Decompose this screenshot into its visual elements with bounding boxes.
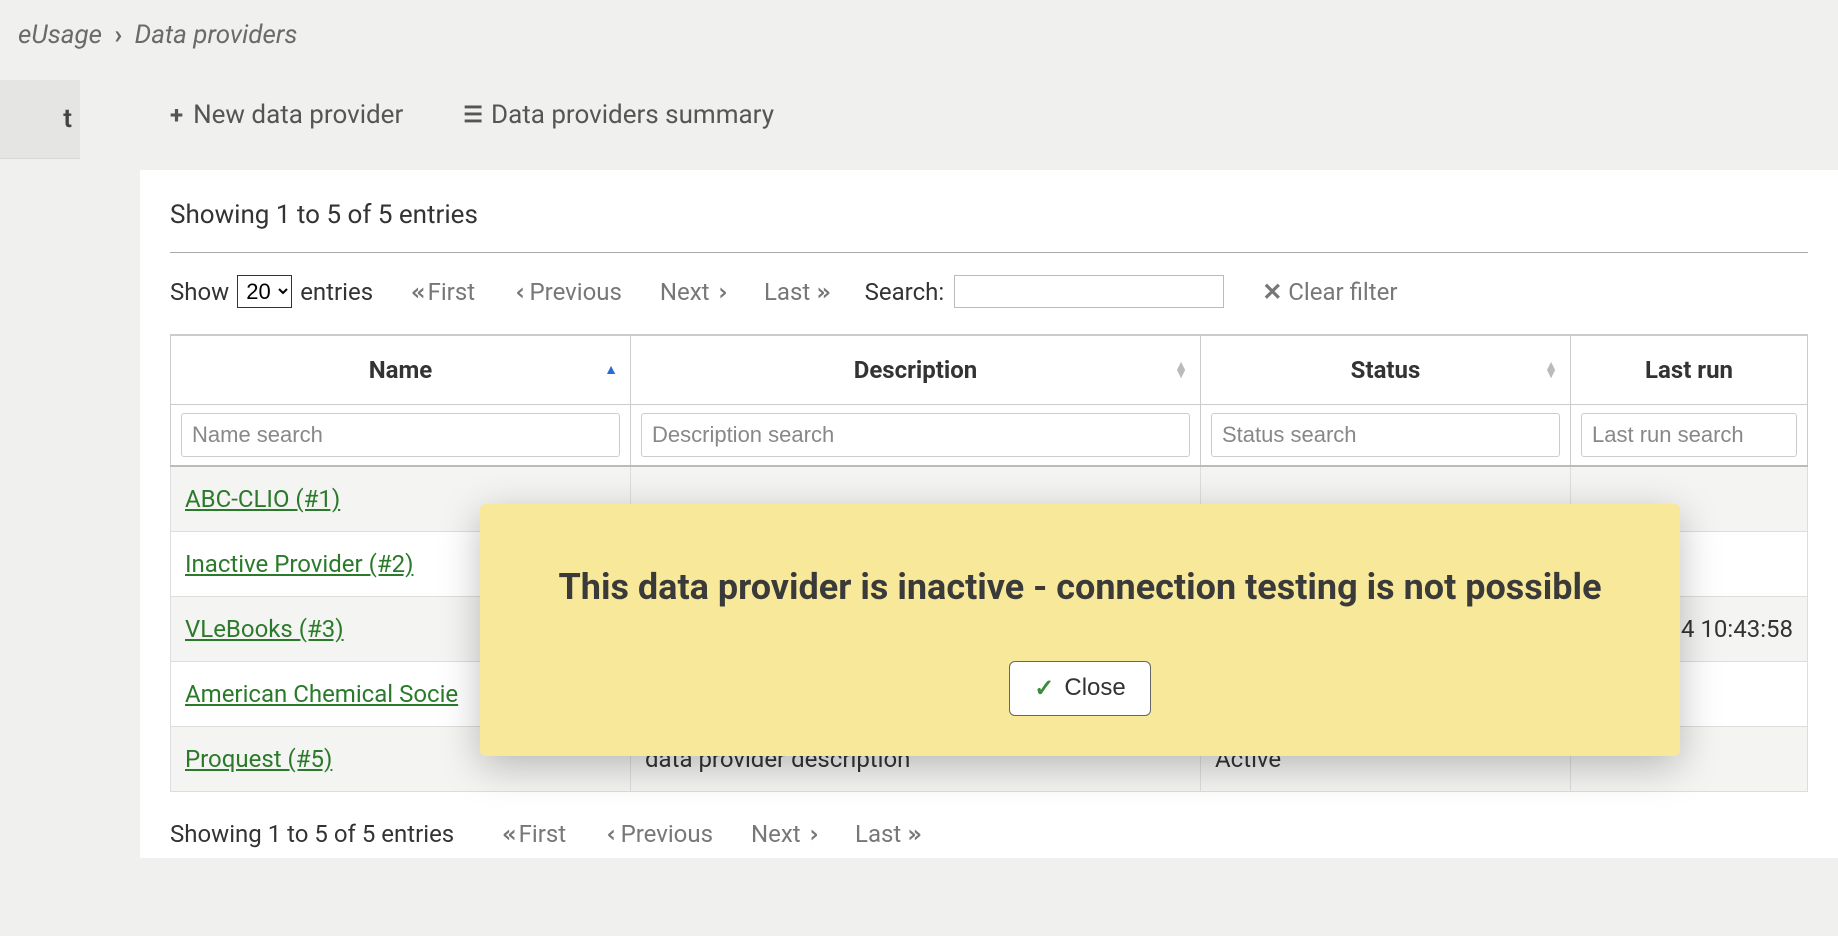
chevron-left-icon: ‹ — [513, 278, 523, 306]
pager-first-bottom[interactable]: « First — [502, 820, 566, 848]
showing-entries-top: Showing 1 to 5 of 5 entries — [170, 200, 1808, 253]
clear-filter-label: Clear filter — [1288, 278, 1397, 306]
chevron-double-left-icon: « — [411, 278, 421, 306]
pager-last[interactable]: Last » — [764, 278, 827, 306]
sort-indicator: ▲▼ — [1544, 362, 1558, 378]
pager-last-bottom[interactable]: Last » — [855, 820, 918, 848]
chevron-double-right-icon: » — [816, 278, 826, 306]
check-icon: ✓ — [1034, 674, 1054, 703]
chevron-right-icon: › — [716, 278, 726, 306]
row-name-link[interactable]: ABC-CLIO (#1) — [185, 485, 340, 513]
pager-next-bottom[interactable]: Next › — [751, 820, 817, 848]
sort-indicator: ▲▼ — [1174, 362, 1188, 378]
pager-first[interactable]: « First — [411, 278, 475, 306]
sidebar-item-label: t — [63, 104, 72, 134]
new-data-provider-label: New data provider — [193, 100, 403, 130]
breadcrumb-separator: › — [114, 20, 122, 50]
search-label: Search: — [865, 278, 945, 306]
modal-close-label: Close — [1064, 674, 1125, 702]
showing-entries-bottom: Showing 1 to 5 of 5 entries — [170, 820, 454, 848]
table-filter-row — [171, 405, 1808, 467]
filter-description-input[interactable] — [641, 413, 1190, 457]
data-providers-summary-label: Data providers summary — [491, 100, 774, 130]
breadcrumb-current: Data providers — [135, 20, 298, 50]
toolbar: + New data provider ☰ Data providers sum… — [140, 90, 1838, 170]
col-header-description[interactable]: Description ▲▼ — [631, 335, 1201, 405]
modal-close-button[interactable]: ✓ Close — [1009, 661, 1150, 716]
plus-icon: + — [170, 101, 183, 129]
col-header-name[interactable]: Name ▲ — [171, 335, 631, 405]
length-menu: Show 20 entries — [170, 275, 373, 308]
table-controls: Show 20 entries « First ‹ Previous Next … — [170, 275, 1808, 308]
chevron-left-icon: ‹ — [604, 820, 614, 848]
filter-name-input[interactable] — [181, 413, 620, 457]
col-header-lastrun[interactable]: Last run — [1571, 335, 1808, 405]
bottom-controls: Showing 1 to 5 of 5 entries « First ‹ Pr… — [170, 792, 1808, 848]
row-name-link[interactable]: American Chemical Socie — [185, 680, 458, 708]
list-icon: ☰ — [463, 103, 481, 128]
pager-next[interactable]: Next › — [660, 278, 726, 306]
filter-lastrun-input[interactable] — [1581, 413, 1797, 457]
sort-indicator: ▲ — [604, 366, 618, 374]
pager-previous[interactable]: ‹ Previous — [513, 278, 622, 306]
alert-modal: This data provider is inactive - connect… — [480, 504, 1680, 756]
row-name-link[interactable]: Proquest (#5) — [185, 745, 332, 773]
sidebar: t — [0, 80, 80, 930]
search-input[interactable] — [954, 275, 1224, 308]
entries-label: entries — [300, 278, 373, 306]
chevron-double-right-icon: » — [907, 820, 917, 848]
pager-previous-bottom[interactable]: ‹ Previous — [604, 820, 713, 848]
row-name-link[interactable]: VLeBooks (#3) — [185, 615, 344, 643]
search-wrap: Search: — [865, 275, 1225, 308]
modal-title: This data provider is inactive - connect… — [520, 564, 1640, 611]
data-providers-summary-button[interactable]: ☰ Data providers summary — [463, 100, 774, 130]
row-name-link[interactable]: Inactive Provider (#2) — [185, 550, 413, 578]
filter-status-input[interactable] — [1211, 413, 1560, 457]
chevron-right-icon: › — [807, 820, 817, 848]
new-data-provider-button[interactable]: + New data provider — [170, 100, 403, 130]
col-header-status[interactable]: Status ▲▼ — [1201, 335, 1571, 405]
chevron-double-left-icon: « — [502, 820, 512, 848]
breadcrumb-root[interactable]: eUsage — [18, 20, 102, 50]
close-icon: ✕ — [1262, 278, 1282, 306]
sidebar-item[interactable]: t — [0, 80, 80, 159]
table-header-row: Name ▲ Description ▲▼ Status ▲▼ Last run — [171, 335, 1808, 405]
entries-select[interactable]: 20 — [237, 275, 292, 308]
show-label: Show — [170, 278, 229, 306]
breadcrumb: eUsage › Data providers — [0, 0, 1838, 70]
clear-filter-button[interactable]: ✕ Clear filter — [1262, 278, 1397, 306]
